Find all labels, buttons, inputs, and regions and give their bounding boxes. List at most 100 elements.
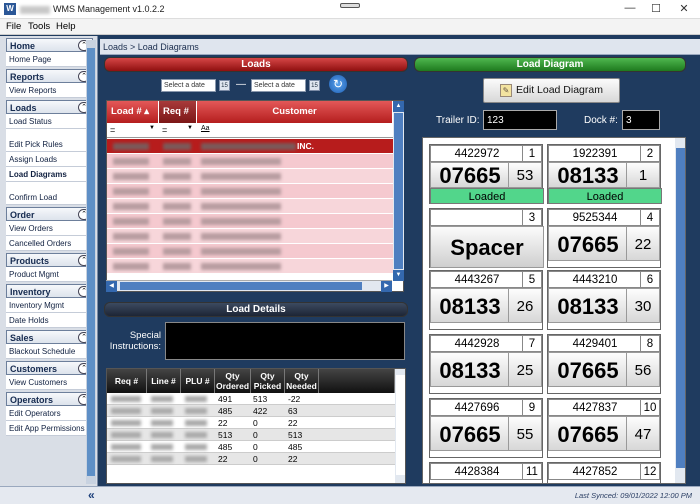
scroll-left-icon[interactable]: ◀ [106, 281, 117, 292]
edit-load-diagram-button[interactable]: ✎ Edit Load Diagram [483, 78, 620, 103]
sidebar: Home ⌃ Home Page Reports ⌃ View Reports Loads ⌃… [0, 36, 98, 486]
load-row[interactable] [107, 244, 393, 259]
load-filter[interactable]: = ▼ [107, 123, 159, 138]
nav-section-loads[interactable]: Loads ⌃ [6, 100, 93, 114]
scroll-up-icon[interactable]: ▲ [393, 101, 404, 112]
window-title: WMS Management v1.0.2.2 [20, 4, 165, 14]
detail-row[interactable]: 485 0 485 [107, 441, 395, 453]
loads-hscroll[interactable]: ◀ ▶ [106, 280, 392, 292]
trailer-slot[interactable]: 4422972 1 07665 53 Loaded [429, 144, 544, 204]
calendar-icon[interactable]: 15 [309, 80, 320, 91]
load-row[interactable] [107, 199, 393, 214]
trailer-slot[interactable]: 4427696 9 07665 55 [429, 398, 543, 458]
diagram-vscroll[interactable] [675, 138, 685, 483]
trailer-slot[interactable]: 4428384 11 [429, 462, 543, 483]
close-button[interactable]: ✕ [674, 2, 694, 15]
menu-file[interactable]: File [6, 21, 21, 32]
req-filter[interactable]: = ▼ [159, 123, 197, 138]
nav-item-inventory-mgmt[interactable]: Inventory Mgmt [6, 298, 93, 313]
trailer-id-field[interactable]: 123 [483, 110, 557, 130]
drag-handle[interactable] [340, 3, 360, 8]
slot-status: Loaded [548, 188, 662, 204]
nav-section-home[interactable]: Home ⌃ [6, 38, 93, 52]
slot-plu: 07665 [430, 162, 510, 188]
pallet-id: 4422972 [430, 145, 524, 162]
dock-field[interactable]: 3 [622, 110, 660, 130]
col-qty-picked[interactable]: Qty Picked [251, 369, 285, 393]
col-line[interactable]: Line # [147, 369, 181, 393]
minimize-button[interactable]: — [620, 2, 640, 14]
nav-item-load-diagrams[interactable]: Load Diagrams [6, 167, 93, 182]
nav-item-home-page[interactable]: Home Page [6, 52, 93, 67]
end-date-input[interactable]: Select a date [251, 79, 306, 92]
loads-vscroll[interactable]: ▲ ▼ [393, 101, 404, 281]
nav-item-confirm-load[interactable]: Confirm Load [6, 190, 93, 205]
detail-row[interactable]: 485 422 63 [107, 405, 395, 417]
nav-item-edit-operators[interactable]: Edit Operators [6, 406, 93, 421]
scroll-down-icon[interactable]: ▼ [393, 270, 404, 281]
nav-item-load-status[interactable]: Load Status [6, 114, 93, 129]
col-req[interactable]: Req # [107, 369, 147, 393]
trailer-slot[interactable]: 4442928 7 08133 25 [429, 334, 543, 394]
nav-section-customers[interactable]: Customers ⌃ [6, 361, 93, 375]
slot-plu: 08133 [548, 288, 628, 323]
nav-item-edit-app-permissions[interactable]: Edit App Permissions [6, 421, 93, 436]
nav-item-product-mgmt[interactable]: Product Mgmt [6, 267, 93, 282]
trailer-slot[interactable]: 1922391 2 08133 1 Loaded [547, 144, 662, 204]
col-plu[interactable]: PLU # [181, 369, 215, 393]
trailer-slot-spacer[interactable]: 3 Spacer [429, 208, 544, 268]
scroll-right-icon[interactable]: ▶ [381, 281, 392, 292]
detail-row[interactable]: 22 0 22 [107, 417, 395, 429]
calendar-icon[interactable]: 15 [219, 80, 230, 91]
col-qty-ordered[interactable]: Qty Ordered [215, 369, 251, 393]
load-row[interactable] [107, 169, 393, 184]
nav-section-order[interactable]: Order ⌃ [6, 207, 93, 221]
load-row[interactable] [107, 229, 393, 244]
detail-row[interactable]: 513 0 513 [107, 429, 395, 441]
trailer-slot[interactable]: 4429401 8 07665 56 [547, 334, 661, 394]
nav-item-view-customers[interactable]: View Customers [6, 375, 93, 390]
menu-help[interactable]: Help [56, 21, 76, 32]
details-vscroll[interactable] [395, 369, 405, 483]
nav-item-assign-loads[interactable]: Assign Loads [6, 152, 93, 167]
slot-qty: 55 [508, 416, 542, 451]
nav-section-inventory[interactable]: Inventory ⌃ [6, 284, 93, 298]
nav-item-view-reports[interactable]: View Reports [6, 83, 93, 98]
customer-filter[interactable]: Aa [197, 123, 393, 138]
detail-row[interactable]: 491 513 -22 [107, 393, 395, 405]
maximize-button[interactable]: ☐ [646, 2, 666, 15]
nav-item-blackout-schedule[interactable]: Blackout Schedule [6, 344, 93, 359]
load-row[interactable] [107, 154, 393, 169]
pallet-id: 4427837 [548, 399, 642, 416]
nav-item-view-orders[interactable]: View Orders [6, 221, 93, 236]
slot-qty: 22 [626, 226, 660, 261]
col-customer[interactable]: Customer [197, 101, 393, 123]
nav-section-products[interactable]: Products ⌃ [6, 253, 93, 267]
nav-item-cancelled-orders[interactable]: Cancelled Orders [6, 236, 93, 251]
detail-row[interactable]: 22 0 22 [107, 453, 395, 465]
trailer-slot[interactable]: 4443210 6 08133 30 [547, 270, 661, 330]
load-row[interactable] [107, 214, 393, 229]
load-row[interactable] [107, 184, 393, 199]
load-row[interactable] [107, 259, 393, 274]
menu-tools[interactable]: Tools [28, 21, 50, 32]
nav-section-reports[interactable]: Reports ⌃ [6, 69, 93, 83]
last-synced: Last Synced: 09/01/2022 12:00 PM [574, 491, 692, 500]
nav-item-edit-pick-rules[interactable]: Edit Pick Rules [6, 137, 93, 152]
sidebar-scrollbar[interactable] [86, 40, 96, 484]
refresh-icon[interactable]: ↻ [329, 75, 347, 93]
trailer-slot[interactable]: 4427837 10 07665 47 [547, 398, 661, 458]
nav-item-date-holds[interactable]: Date Holds [6, 313, 93, 328]
collapse-sidebar-icon[interactable]: « [88, 488, 95, 502]
trailer-slot[interactable]: 4443267 5 08133 26 [429, 270, 543, 330]
col-qty-needed[interactable]: Qty Needed [285, 369, 319, 393]
special-instructions-field[interactable] [165, 322, 405, 360]
nav-section-sales[interactable]: Sales ⌃ [6, 330, 93, 344]
nav-section-operators[interactable]: Operators ⌃ [6, 392, 93, 406]
start-date-input[interactable]: Select a date [161, 79, 216, 92]
trailer-slot[interactable]: 9525344 4 07665 22 [547, 208, 661, 268]
trailer-slot[interactable]: 4427852 12 [547, 462, 661, 483]
col-load-number[interactable]: Load # ▴ [107, 101, 159, 123]
load-row[interactable]: INC. [107, 139, 393, 154]
col-req-number[interactable]: Req # [159, 101, 197, 123]
